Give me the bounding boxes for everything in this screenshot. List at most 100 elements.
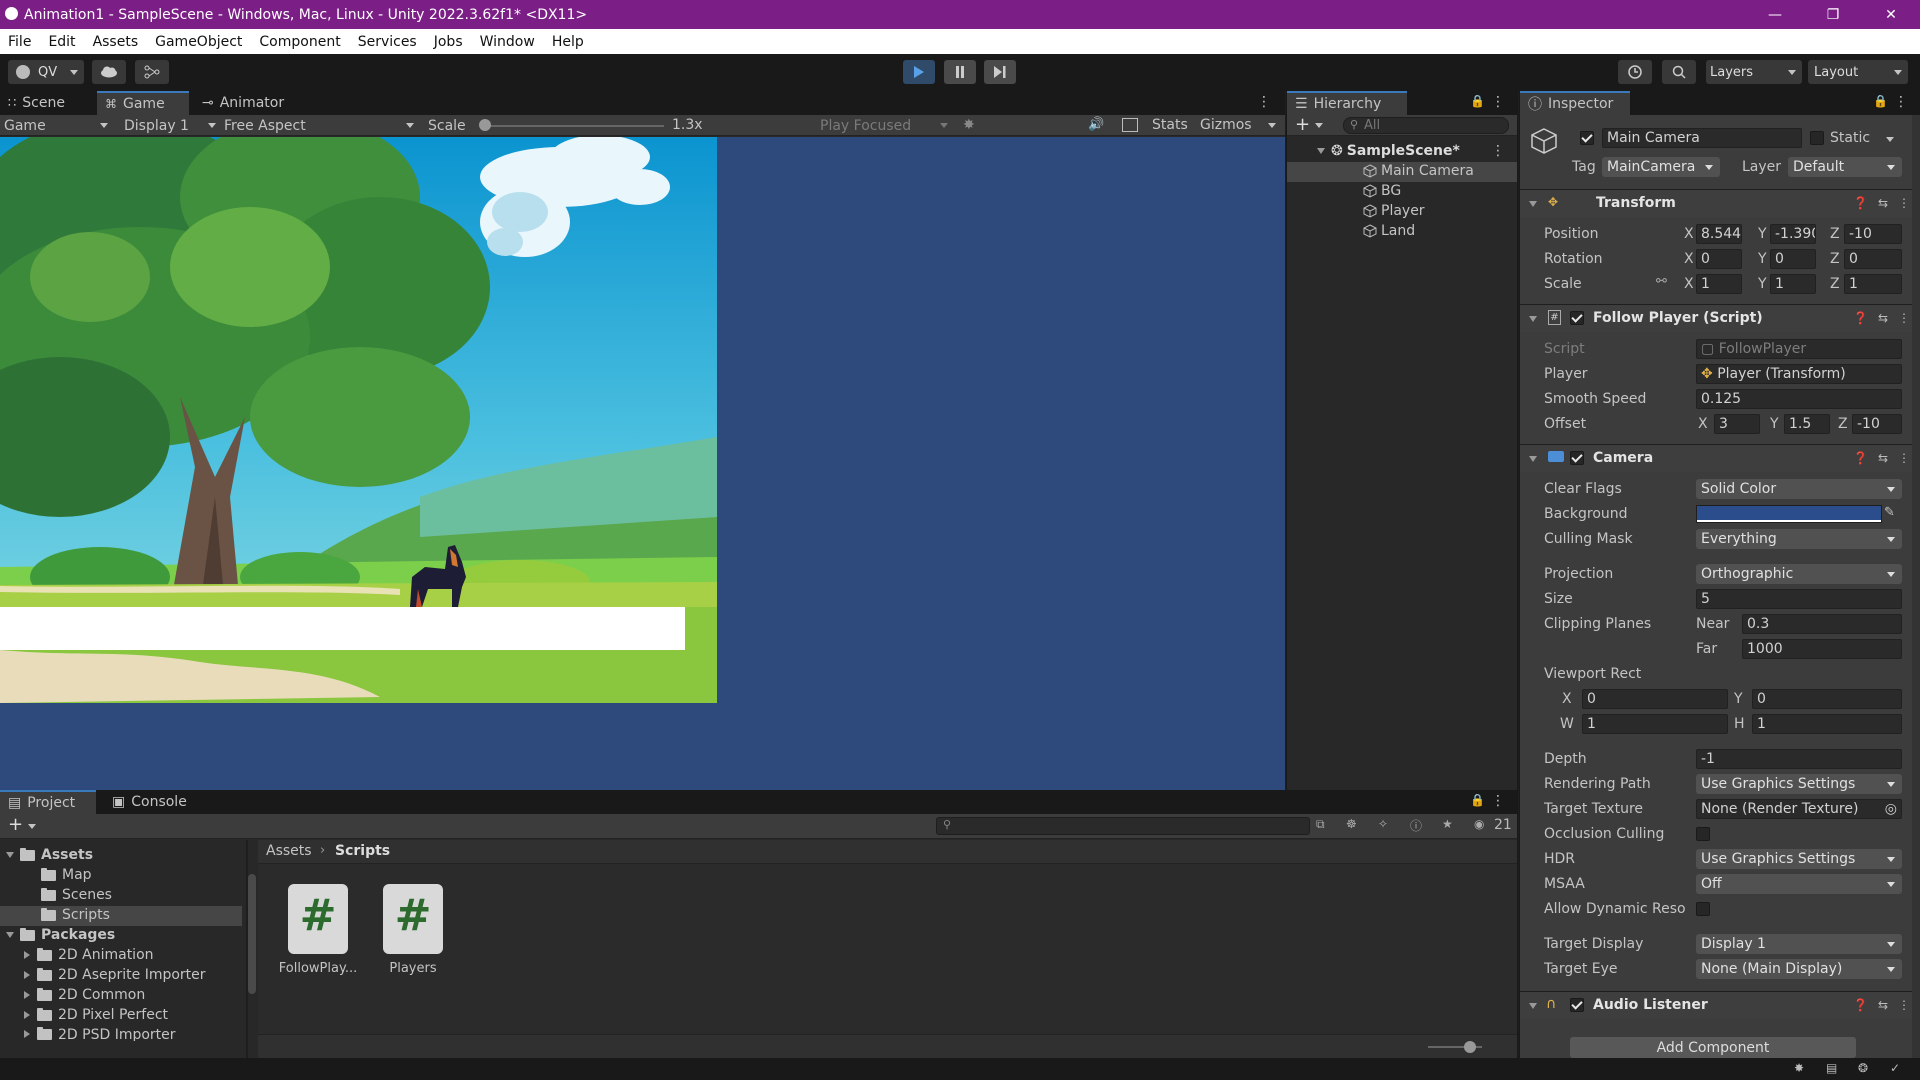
transform-component-header[interactable]: ✥ Transform ❓ ⇆ ⋮ (1520, 189, 1920, 217)
help-icon[interactable]: ❓ (1853, 196, 1868, 210)
target-texture-field[interactable]: None (Render Texture) ◎ (1696, 799, 1902, 819)
static-caret-icon[interactable] (1886, 137, 1894, 142)
component-menu-icon[interactable]: ⋮ (1898, 196, 1910, 210)
aspect-dropdown[interactable]: Free Aspect (224, 115, 416, 136)
follow-player-enabled-checkbox[interactable] (1570, 311, 1584, 325)
scale-z-field[interactable]: 1 (1844, 274, 1902, 294)
tree-package-pixel-perfect[interactable]: 2D Pixel Perfect (24, 1007, 168, 1023)
favorite-star-icon[interactable]: ★ (1442, 817, 1453, 831)
preset-icon[interactable]: ⇆ (1878, 998, 1888, 1012)
static-checkbox[interactable] (1810, 131, 1824, 145)
layer-dropdown[interactable]: Default (1788, 157, 1902, 177)
cache-server-icon[interactable]: ▤ (1826, 1061, 1837, 1075)
help-icon[interactable]: ❓ (1853, 998, 1868, 1012)
component-menu-icon[interactable]: ⋮ (1898, 998, 1910, 1012)
debug-mode-icon[interactable]: ✸ (1794, 1061, 1804, 1075)
smooth-speed-field[interactable]: 0.125 (1696, 389, 1902, 409)
create-asset-icon[interactable]: + (8, 814, 23, 835)
preset-icon[interactable]: ⇆ (1878, 311, 1888, 325)
lock-icon[interactable]: 🔒 (1470, 94, 1485, 108)
tab-inspector[interactable]: ⓘ Inspector (1520, 91, 1630, 115)
hdr-dropdown[interactable]: Use Graphics Settings (1696, 849, 1902, 869)
eyedropper-icon[interactable]: ✎ (1884, 505, 1895, 520)
constrain-proportions-icon[interactable]: ⚯ (1656, 274, 1667, 289)
viewport-y-field[interactable]: 0 (1752, 689, 1902, 709)
panel-menu-icon[interactable]: ⋮ (1257, 94, 1271, 110)
project-search-input[interactable]: ⚲ (936, 817, 1310, 835)
icon-size-slider-thumb[interactable] (1464, 1041, 1476, 1053)
clear-flags-dropdown[interactable]: Solid Color (1696, 479, 1902, 499)
culling-mask-dropdown[interactable]: Everything (1696, 529, 1902, 549)
script-file-players[interactable]: # (383, 884, 443, 954)
viewport-w-field[interactable]: 1 (1582, 714, 1728, 734)
tree-package-2d-common[interactable]: 2D Common (24, 987, 145, 1003)
menu-jobs[interactable]: Jobs (426, 34, 472, 50)
camera-enabled-checkbox[interactable] (1570, 451, 1584, 465)
close-button[interactable]: ✕ (1862, 0, 1920, 29)
create-caret-icon[interactable] (28, 824, 36, 829)
size-field[interactable]: 5 (1696, 589, 1902, 609)
offset-z-field[interactable]: -10 (1852, 414, 1902, 434)
tree-package-2d-animation[interactable]: 2D Animation (24, 947, 154, 963)
scale-x-field[interactable]: 1 (1696, 274, 1742, 294)
menu-file[interactable]: File (0, 34, 40, 50)
near-field[interactable]: 0.3 (1742, 614, 1902, 634)
collab-button[interactable] (135, 60, 169, 84)
tab-hierarchy[interactable]: ☰ Hierarchy (1287, 91, 1407, 115)
tab-project[interactable]: ▤ Project (0, 790, 96, 814)
tree-folder-map[interactable]: Map (41, 867, 92, 883)
hierarchy-item-land[interactable]: Land (1363, 223, 1415, 239)
offset-x-field[interactable]: 3 (1714, 414, 1760, 434)
occlusion-culling-checkbox[interactable] (1696, 827, 1710, 841)
tag-icon[interactable]: ✧ (1378, 817, 1388, 831)
add-caret-icon[interactable] (1315, 123, 1323, 128)
position-x-field[interactable]: 8.544 (1696, 224, 1742, 244)
stats-grid-icon[interactable] (1122, 118, 1138, 132)
gizmos-caret-icon[interactable] (1268, 123, 1276, 128)
hierarchy-item-bg[interactable]: BG (1363, 183, 1401, 199)
player-object-field[interactable]: ✥ Player (Transform) (1696, 364, 1902, 384)
game-mode-dropdown[interactable]: Game (4, 115, 110, 136)
far-field[interactable]: 1000 (1742, 639, 1902, 659)
projection-dropdown[interactable]: Orthographic (1696, 564, 1902, 584)
scale-thumb[interactable] (479, 119, 491, 131)
component-menu-icon[interactable]: ⋮ (1898, 311, 1910, 325)
background-color-swatch[interactable] (1696, 505, 1882, 523)
audio-listener-component-header[interactable]: ∩ Audio Listener ❓ ⇆ ⋮ (1520, 991, 1920, 1019)
preset-icon[interactable]: ⇆ (1878, 196, 1888, 210)
tab-console[interactable]: ▣ Console (104, 790, 204, 814)
tree-folder-scripts[interactable]: Scripts (41, 907, 110, 923)
tab-animator[interactable]: ⊸ Animator (194, 91, 304, 115)
menu-component[interactable]: Component (251, 34, 349, 50)
filter-by-label-icon[interactable]: ☸ (1346, 817, 1357, 831)
script-file-followplayer[interactable]: # (288, 884, 348, 954)
help-icon[interactable]: ❓ (1853, 311, 1868, 325)
background-tasks-icon[interactable]: ✓ (1890, 1061, 1900, 1075)
object-name-field[interactable]: Main Camera (1602, 128, 1802, 148)
target-display-dropdown[interactable]: Display 1 (1696, 934, 1902, 954)
camera-component-header[interactable]: Camera ❓ ⇆ ⋮ (1520, 444, 1920, 472)
debug-bug-icon[interactable]: ✸ (963, 117, 975, 133)
depth-field[interactable]: -1 (1696, 749, 1902, 769)
hierarchy-search-input[interactable]: ⚲ All (1343, 117, 1509, 134)
viewport-h-field[interactable]: 1 (1752, 714, 1902, 734)
hierarchy-item-main-camera[interactable]: Main Camera (1363, 163, 1474, 179)
play-button[interactable] (903, 60, 935, 84)
account-dropdown[interactable]: QV (8, 60, 84, 84)
gizmos-button[interactable]: Gizmos (1200, 117, 1252, 133)
inspector-scrollbar[interactable] (1912, 115, 1920, 1058)
tree-package-aseprite[interactable]: 2D Aseprite Importer (24, 967, 206, 983)
tab-scene[interactable]: ∷ Scene (0, 91, 96, 115)
hidden-packages-icon[interactable]: ◉ (1474, 817, 1484, 831)
help-icon[interactable]: ❓ (1853, 451, 1868, 465)
layout-dropdown[interactable]: Layout (1808, 60, 1908, 84)
audio-listener-enabled-checkbox[interactable] (1570, 998, 1584, 1012)
add-object-icon[interactable]: + (1295, 114, 1310, 135)
menu-help[interactable]: Help (544, 34, 593, 50)
play-focus-dropdown[interactable]: Play Focused (820, 115, 950, 136)
display-dropdown[interactable]: Display 1 (124, 115, 216, 136)
history-button[interactable] (1618, 60, 1652, 84)
layers-dropdown[interactable]: Layers (1706, 60, 1802, 84)
menu-window[interactable]: Window (472, 34, 544, 50)
rendering-path-dropdown[interactable]: Use Graphics Settings (1696, 774, 1902, 794)
